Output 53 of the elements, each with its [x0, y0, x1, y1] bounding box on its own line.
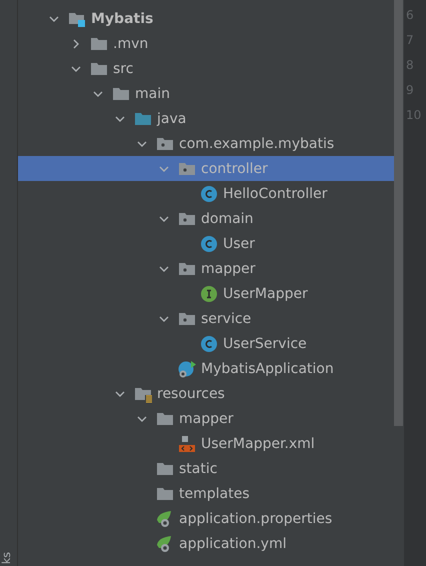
tree-item[interactable]: MybatisApplication	[18, 356, 394, 381]
tree-item[interactable]: mapper	[18, 256, 394, 281]
tree-item-label: UserService	[223, 336, 307, 352]
tree-item-label: main	[135, 86, 170, 102]
tree-item-label: domain	[201, 210, 254, 226]
tree-item[interactable]: application.yml	[18, 531, 394, 556]
tree-item[interactable]: application.properties	[18, 506, 394, 531]
tree-item[interactable]: java	[18, 106, 394, 131]
tree-item[interactable]: UserMapper	[18, 281, 394, 306]
tree-item[interactable]: UserMapper.xml	[18, 431, 394, 456]
tree-item[interactable]: HelloController	[18, 181, 394, 206]
tree-item-label: service	[201, 310, 252, 326]
tool-window-label: ks	[0, 552, 14, 564]
tree-item-label: .mvn	[113, 36, 148, 52]
tree-item[interactable]: com.example.mybatis	[18, 131, 394, 156]
class-icon	[200, 234, 218, 252]
tree-item[interactable]: domain	[18, 206, 394, 231]
tree-item[interactable]: UserService	[18, 331, 394, 356]
tree-item[interactable]: static	[18, 456, 394, 481]
tree-item-label: application.properties	[179, 510, 332, 526]
tree-item-label: UserMapper	[223, 286, 308, 302]
tree-item-label: HelloController	[223, 186, 328, 202]
spring-app-class-icon	[178, 360, 196, 378]
tree-item-label: templates	[179, 486, 250, 502]
tree-item[interactable]: service	[18, 306, 394, 331]
tree-item[interactable]: mapper	[18, 406, 394, 431]
tree-item[interactable]: .mvn	[18, 31, 394, 56]
interface-icon	[200, 284, 218, 302]
tree-item-label: mapper	[201, 260, 256, 276]
tree-item[interactable]: resources	[18, 381, 394, 406]
tree-item-label: User	[223, 236, 255, 252]
tree-item-label: MybatisApplication	[201, 360, 334, 376]
tree-item-label: com.example.mybatis	[179, 136, 334, 152]
spring-config-icon	[156, 510, 174, 528]
tree-item-label: controller	[201, 160, 268, 176]
class-icon	[200, 184, 218, 202]
xml-file-icon	[178, 434, 196, 452]
tree-item-label: Mybatis	[91, 10, 154, 26]
tree-item[interactable]: templates	[18, 481, 394, 506]
tree-item-label: java	[157, 110, 186, 126]
tree-item-label: static	[179, 460, 218, 476]
scrollbar[interactable]	[394, 0, 403, 426]
tree-item[interactable]: Mybatis	[18, 6, 394, 31]
tree-item-label: application.yml	[179, 536, 286, 552]
spring-config-icon	[156, 534, 174, 552]
tree-item[interactable]: src	[18, 56, 394, 81]
tree-item-label: mapper	[179, 410, 234, 426]
tree-item-label: src	[113, 60, 134, 76]
tree-item-label: resources	[157, 386, 225, 402]
class-icon	[200, 334, 218, 352]
tree-item[interactable]: main	[18, 81, 394, 106]
tree-item[interactable]: User	[18, 231, 394, 256]
tree-item-label: UserMapper.xml	[201, 436, 315, 452]
